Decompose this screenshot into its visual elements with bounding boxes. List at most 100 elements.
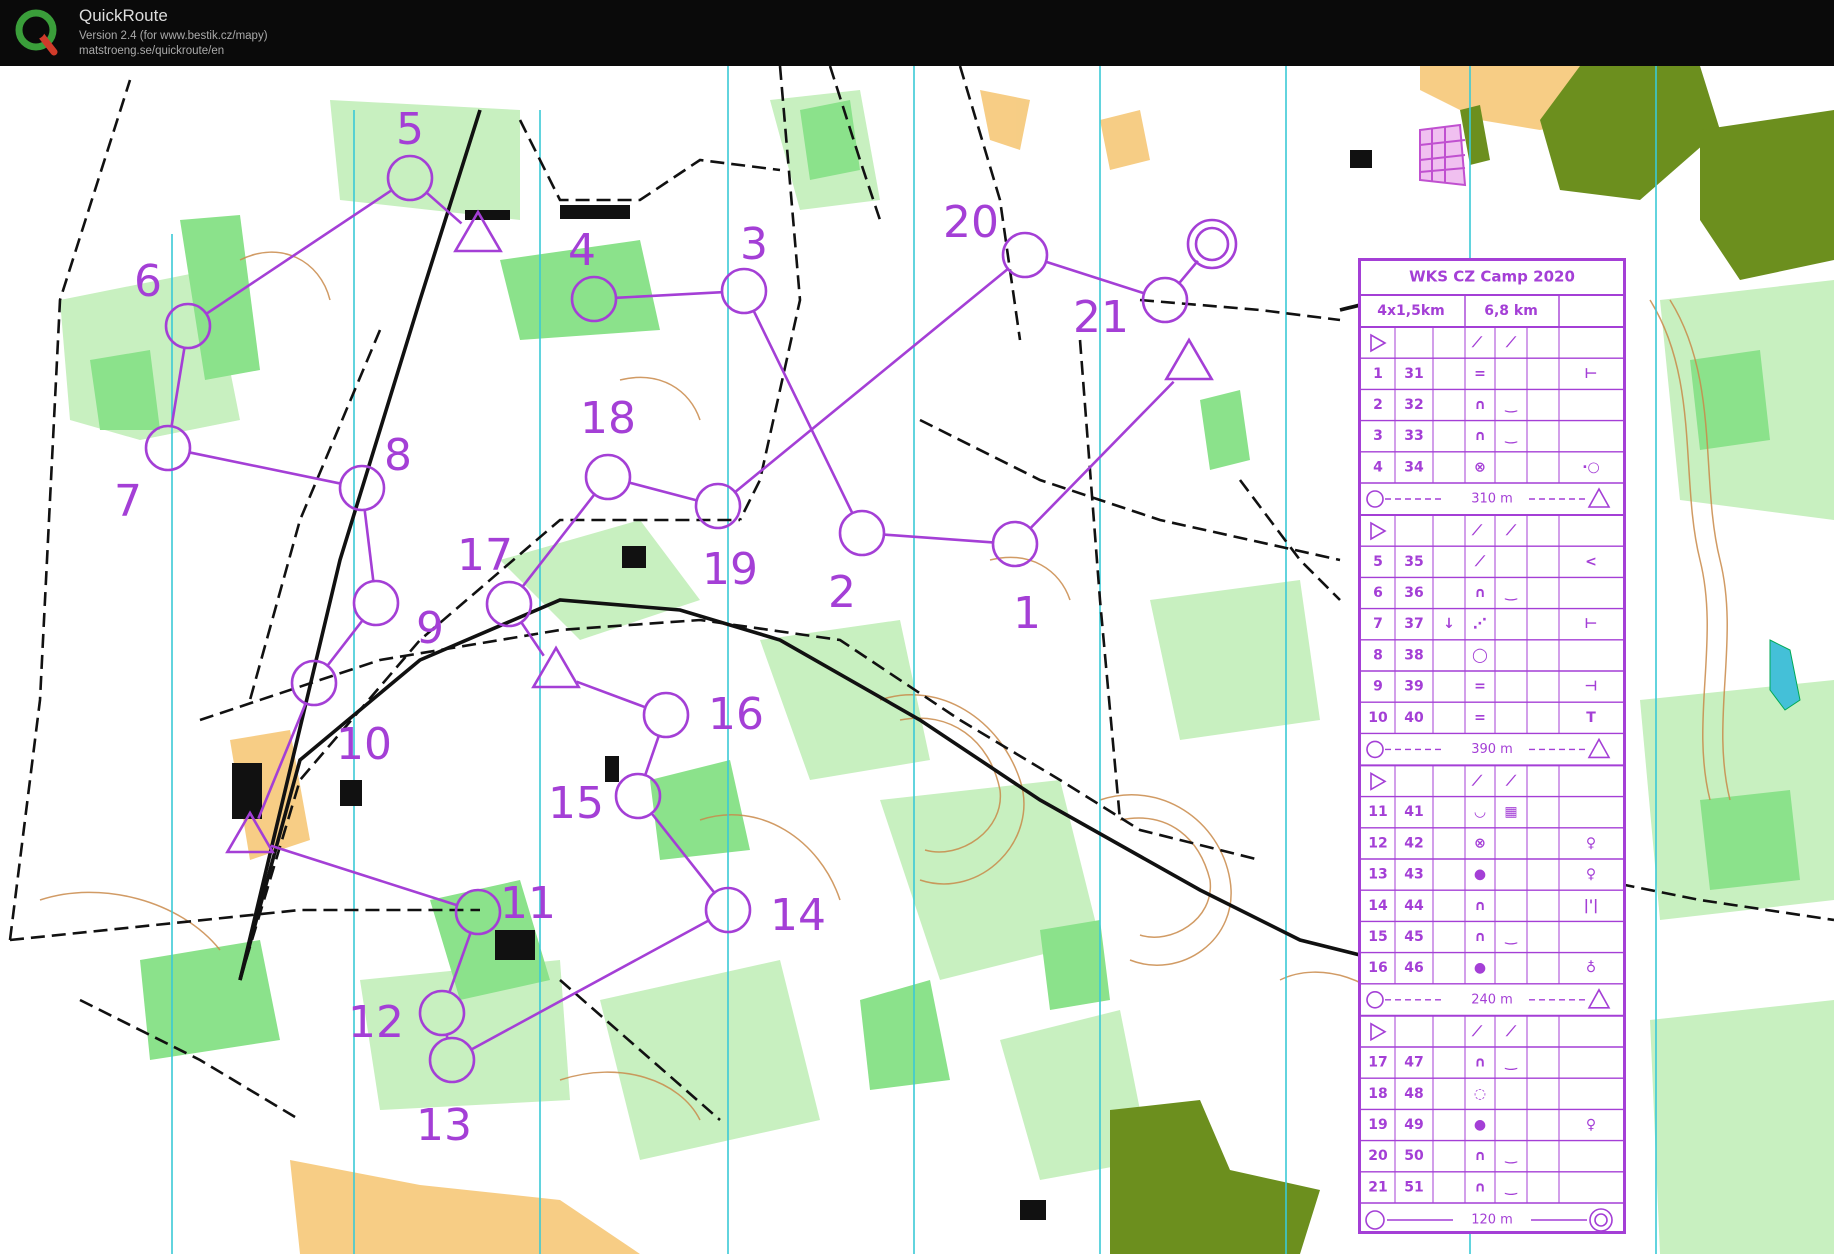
desc-location-19: ♀	[1586, 1117, 1596, 1133]
control-circle-2[interactable]	[838, 509, 886, 557]
course-leg-3	[752, 310, 854, 514]
desc-location-10: T	[1586, 710, 1596, 726]
header-feature-4: ⟋	[1471, 1024, 1483, 1040]
control-circle-4[interactable]	[570, 275, 618, 323]
control-circle-13[interactable]	[428, 1036, 476, 1084]
desc-control-code-17: 47	[1404, 1055, 1423, 1071]
desc-location-12: ♀	[1586, 835, 1596, 851]
control-label-21: 21	[1073, 292, 1129, 343]
desc-control-code-2: 32	[1404, 397, 1423, 413]
control-label-11: 11	[500, 878, 556, 929]
desc-control-code-9: 39	[1404, 679, 1423, 695]
desc-detail-11: ▦	[1504, 804, 1517, 820]
desc-detail-20: ‿	[1504, 1148, 1518, 1164]
desc-feature-4: ⊗	[1474, 459, 1486, 475]
course-leg-6	[205, 189, 393, 315]
desc-control-code-12: 42	[1404, 835, 1423, 851]
control-label-20: 20	[943, 197, 999, 248]
control-circle-10[interactable]	[290, 659, 338, 707]
course-leg-16	[650, 812, 716, 894]
desc-feature-20: ∩	[1474, 1148, 1485, 1164]
course-leg-15	[470, 919, 710, 1051]
header-appearance-1: ⟋	[1505, 335, 1517, 351]
control-circle-20[interactable]	[1001, 231, 1049, 279]
control-label-18: 18	[580, 393, 636, 444]
desc-control-code-6: 36	[1404, 585, 1423, 601]
control-circle-5[interactable]	[386, 154, 434, 202]
control-label-4: 4	[568, 225, 596, 276]
desc-feature-15: ∩	[1474, 929, 1485, 945]
course-leg-2	[883, 533, 994, 544]
control-circle-14[interactable]	[704, 886, 752, 934]
header-feature-1: ⟋	[1471, 335, 1483, 351]
start-symbol-2	[1370, 521, 1387, 541]
control-circle-16[interactable]	[642, 691, 690, 739]
control-circle-12[interactable]	[418, 989, 466, 1037]
header-appearance-4: ⟋	[1505, 1024, 1517, 1040]
course-leg-4	[615, 290, 723, 300]
desc-control-number-20: 20	[1368, 1148, 1388, 1164]
start-triangle-2	[453, 209, 503, 253]
marked-route-2: 390 m	[1471, 742, 1513, 757]
header-feature-2: ⟋	[1471, 523, 1483, 539]
control-label-2: 2	[828, 567, 856, 618]
control-circle-18[interactable]	[584, 453, 632, 501]
control-circle-17[interactable]	[485, 580, 533, 628]
control-label-8: 8	[384, 430, 412, 481]
start-symbol-1	[1370, 333, 1387, 353]
desc-location-7: ⊢	[1585, 616, 1598, 632]
control-circle-9[interactable]	[352, 579, 400, 627]
desc-detail-2: ‿	[1504, 397, 1518, 413]
desc-control-number-9: 9	[1373, 679, 1383, 695]
desc-control-code-11: 41	[1404, 804, 1423, 820]
desc-control-number-4: 4	[1373, 459, 1383, 475]
desc-control-number-3: 3	[1373, 428, 1383, 444]
course-title: WKS CZ Camp 2020	[1409, 268, 1575, 286]
control-circle-8[interactable]	[338, 464, 386, 512]
desc-control-number-2: 2	[1373, 397, 1383, 413]
desc-detail-6: ‿	[1504, 585, 1518, 601]
desc-control-number-8: 8	[1373, 647, 1383, 663]
desc-control-code-8: 38	[1404, 647, 1423, 663]
desc-feature-8: ◯	[1472, 647, 1488, 663]
course-leg-13	[448, 932, 472, 993]
control-label-5: 5	[396, 104, 424, 155]
control-circle-1[interactable]	[991, 520, 1039, 568]
course-leg-18	[576, 680, 646, 709]
header-feature-3: ⟋	[1471, 773, 1483, 789]
start-symbol-4	[1370, 1022, 1387, 1042]
control-circle-21[interactable]	[1141, 276, 1189, 324]
app-version: Version 2.4 (for www.bestik.cz/mapy)	[79, 30, 268, 42]
course-leg-5	[425, 191, 463, 225]
control-circle-3[interactable]	[720, 267, 768, 315]
control-circle-11[interactable]	[454, 888, 502, 936]
course-leg-7	[170, 347, 186, 427]
header-appearance-2: ⟋	[1505, 523, 1517, 539]
control-circle-19[interactable]	[694, 482, 742, 530]
desc-control-number-11: 11	[1368, 804, 1387, 820]
control-circle-6[interactable]	[164, 302, 212, 350]
desc-feature-5: ⟋	[1474, 554, 1486, 570]
control-label-16: 16	[708, 689, 764, 740]
desc-detail-17: ‿	[1504, 1055, 1518, 1071]
desc-feature-10: =	[1474, 710, 1486, 726]
course-leg-23	[1045, 260, 1145, 295]
desc-control-number-19: 19	[1368, 1117, 1387, 1133]
desc-control-number-12: 12	[1368, 835, 1387, 851]
desc-feature-21: ∩	[1474, 1179, 1485, 1195]
desc-feature-9: =	[1474, 679, 1486, 695]
control-circle-7[interactable]	[144, 424, 192, 472]
desc-feature-7: ⋰	[1473, 616, 1487, 632]
desc-control-code-7: 37	[1404, 616, 1423, 632]
desc-feature-12: ⊗	[1474, 835, 1486, 851]
app-name: QuickRoute	[79, 6, 168, 25]
desc-detail-21: ‿	[1504, 1179, 1518, 1195]
marked-route-1: 310 m	[1471, 492, 1513, 507]
desc-feature-3: ∩	[1474, 428, 1485, 444]
control-circle-15[interactable]	[614, 772, 662, 820]
course-leg-8	[189, 451, 341, 485]
desc-feature-6: ∩	[1474, 585, 1485, 601]
desc-control-number-6: 6	[1373, 585, 1383, 601]
desc-control-code-14: 44	[1404, 898, 1424, 914]
control-label-13: 13	[416, 1100, 472, 1151]
